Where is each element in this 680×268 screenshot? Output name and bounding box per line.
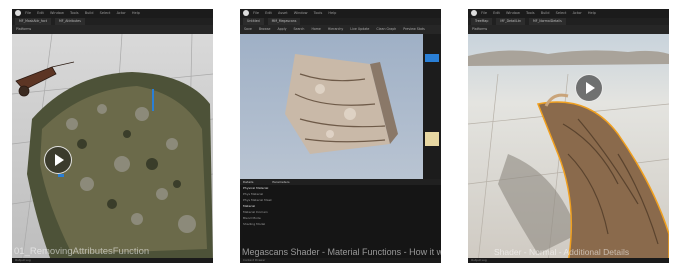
level-viewport[interactable]: Shader - Normal - Additional Details: [468, 34, 669, 263]
tab-bar: TreeMap MF_DetailLtn MF_NormalDetails: [468, 18, 669, 25]
material-preview-cube: [240, 34, 423, 179]
play-icon[interactable]: [575, 74, 603, 102]
clean-graph-button[interactable]: Clean Graph: [376, 27, 396, 31]
menu-item[interactable]: File: [253, 11, 259, 15]
editor-tab[interactable]: Untitled: [243, 18, 264, 25]
save-button[interactable]: Save: [244, 27, 252, 31]
menu-item[interactable]: Window: [294, 11, 308, 15]
platforms-button[interactable]: Platforms: [472, 27, 487, 31]
editor-tab[interactable]: MF_MaskAttr_fact: [15, 18, 51, 25]
editor-tab[interactable]: TreeMap: [471, 18, 493, 25]
menu-item[interactable]: Window: [50, 11, 64, 15]
status-bar: Content Drawer: [240, 258, 441, 263]
output-log-button[interactable]: Output Log: [15, 258, 31, 262]
menu-item[interactable]: Help: [132, 11, 140, 15]
menu-item[interactable]: Build: [85, 11, 94, 15]
status-bar: Output Log: [468, 258, 669, 263]
menu-item[interactable]: Help: [328, 11, 336, 15]
tab-bar: Untitled MM_Megascans: [240, 18, 441, 25]
video-thumbnail-normal-details[interactable]: File Edit Window Tools Build Select Acto…: [468, 9, 669, 263]
details-tab[interactable]: Details: [243, 180, 253, 184]
menu-item[interactable]: Edit: [493, 11, 500, 15]
editor-tab[interactable]: MF_NormalDetails: [529, 18, 566, 25]
menu-item[interactable]: File: [481, 11, 487, 15]
unreal-logo-icon: [15, 10, 21, 16]
hierarchy-button[interactable]: Hierarchy: [328, 27, 343, 31]
tab-bar: MF_MaskAttr_fact MF_Attributes: [12, 18, 213, 25]
menu-item[interactable]: Select: [556, 11, 567, 15]
menu-item[interactable]: Edit: [37, 11, 44, 15]
video-title: Megascans Shader - Material Functions - …: [242, 247, 441, 257]
viewport-scene: [468, 34, 669, 263]
viewport-scene: [12, 33, 213, 263]
menu-item[interactable]: Asset: [278, 11, 288, 15]
menu-bar: File Edit Window Tools Build Select Acto…: [468, 9, 669, 18]
toolbar: Platforms: [468, 25, 669, 34]
palette-panel[interactable]: [423, 34, 441, 179]
browse-button[interactable]: Browse: [259, 27, 271, 31]
video-thumbnail-megascans-shader[interactable]: File Edit Asset Window Tools Help Untitl…: [240, 9, 441, 263]
editor-tab[interactable]: MM_Megascans: [267, 18, 301, 25]
parameters-tab[interactable]: Parameters: [272, 180, 289, 184]
output-log-button[interactable]: Output Log: [471, 258, 487, 262]
unreal-logo-icon: [471, 10, 477, 16]
status-bar: Output Log: [12, 258, 213, 263]
property-row: Shading Model: [243, 222, 266, 226]
details-panel: Details Parameters Physical Material Phy…: [240, 179, 441, 258]
menu-item[interactable]: Actor: [573, 11, 582, 15]
menu-item[interactable]: File: [25, 11, 31, 15]
search-button[interactable]: Search: [293, 27, 304, 31]
selected-node[interactable]: [425, 54, 439, 62]
video-title: 01_RemovingAttributesFunction: [14, 246, 150, 257]
material-preview-viewport[interactable]: [240, 34, 423, 179]
menu-bar: File Edit Asset Window Tools Help: [240, 9, 441, 18]
preview-stats-button[interactable]: Preview Stats: [403, 27, 425, 31]
video-thumbnail-removing-attributes[interactable]: File Edit Window Tools Build Select Acto…: [12, 9, 213, 263]
apply-button[interactable]: Apply: [277, 27, 286, 31]
level-viewport[interactable]: 01_RemovingAttributesFunction: [12, 33, 213, 263]
menu-item[interactable]: Select: [100, 11, 111, 15]
live-update-button[interactable]: Live Update: [350, 27, 369, 31]
content-drawer-button[interactable]: Content Drawer: [243, 258, 265, 262]
editor-tab[interactable]: MF_Attributes: [55, 18, 85, 25]
comment-node[interactable]: [425, 132, 439, 146]
material-editor-toolbar: Save Browse Apply Search Home Hierarchy …: [240, 25, 441, 34]
menu-item[interactable]: Actor: [117, 11, 126, 15]
menu-item[interactable]: Help: [588, 11, 596, 15]
menu-item[interactable]: Tools: [70, 11, 79, 15]
platforms-button[interactable]: Platforms: [16, 27, 31, 31]
menu-bar: File Edit Window Tools Build Select Acto…: [12, 9, 213, 18]
video-title: Shader - Normal - Additional Details: [494, 247, 630, 257]
menu-item[interactable]: Edit: [265, 11, 272, 15]
home-button[interactable]: Home: [311, 27, 320, 31]
menu-item[interactable]: Tools: [314, 11, 323, 15]
menu-item[interactable]: Window: [506, 11, 520, 15]
menu-item[interactable]: Tools: [526, 11, 535, 15]
play-icon[interactable]: [44, 146, 72, 174]
unreal-logo-icon: [243, 10, 249, 16]
editor-tab[interactable]: MF_DetailLtn: [496, 18, 526, 25]
toolbar: Platforms: [12, 25, 213, 34]
menu-item[interactable]: Build: [541, 11, 550, 15]
